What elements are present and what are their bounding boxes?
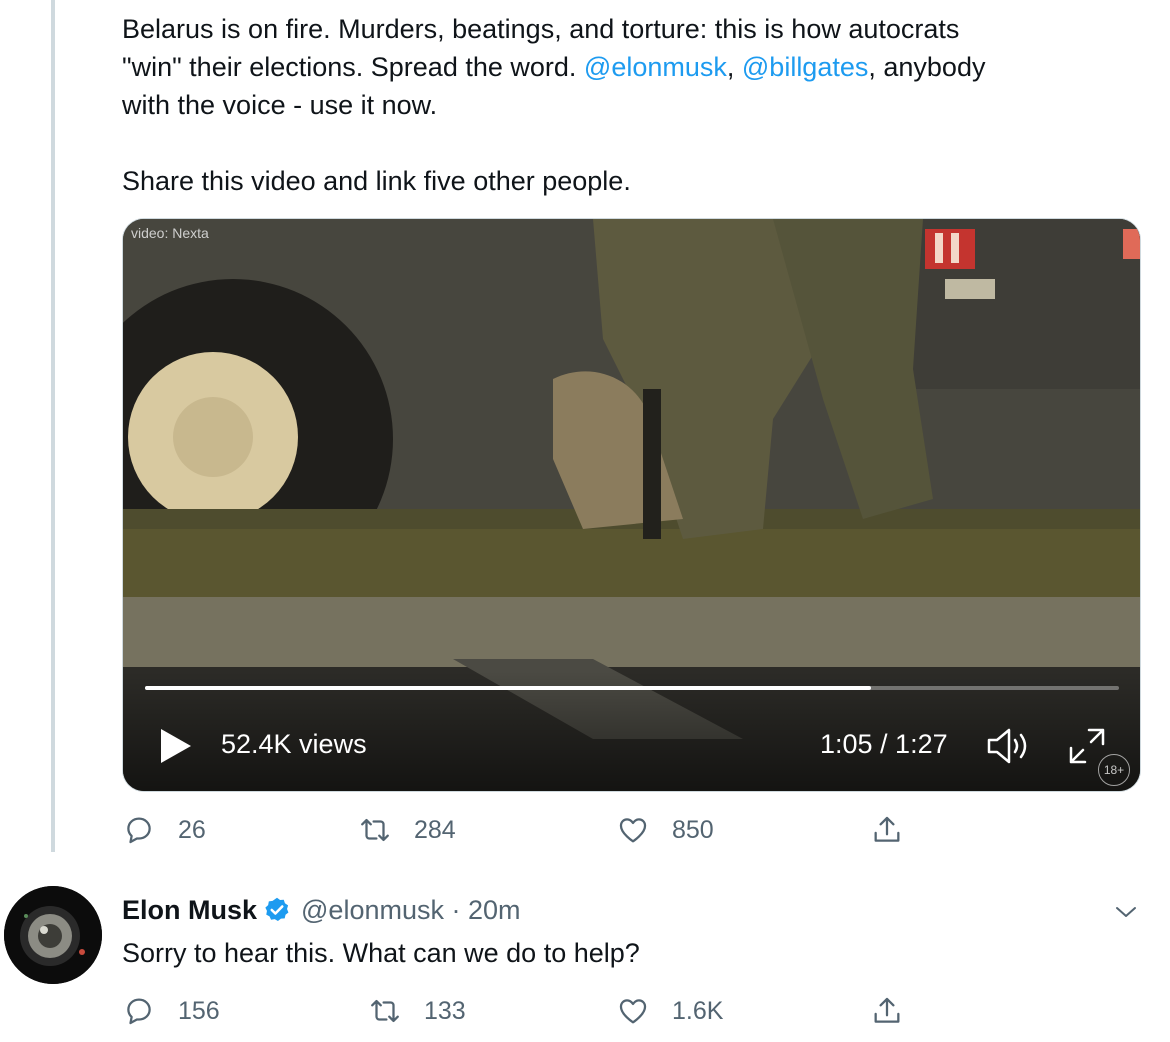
- avatar-image: [4, 886, 102, 984]
- share-icon: [874, 997, 900, 1023]
- reply-count: 156: [178, 996, 220, 1025]
- retweet-count: 133: [424, 996, 466, 1025]
- mention-billgates[interactable]: @billgates: [742, 52, 868, 82]
- tweet-text-segment: ,: [726, 52, 742, 82]
- reply-author-name[interactable]: Elon Musk: [122, 895, 257, 926]
- chevron-down-icon[interactable]: [1112, 898, 1140, 926]
- volume-icon[interactable]: [985, 726, 1033, 766]
- like-button[interactable]: 1.6K: [616, 991, 723, 1031]
- like-count: 1.6K: [672, 996, 724, 1025]
- tweet-text-segment: , anybody: [868, 52, 986, 82]
- tweet-text: Belarus is on fire. Murders, beatings, a…: [122, 10, 1132, 200]
- reply-count: 26: [178, 815, 206, 844]
- reply-icon: [127, 998, 151, 1025]
- retweet-button[interactable]: 284: [358, 810, 456, 850]
- verified-icon: [265, 897, 289, 921]
- video-views: 52.4K views: [221, 729, 367, 759]
- share-icon: [874, 816, 900, 842]
- tweet-text-line-3: with the voice - use it now.: [122, 90, 438, 120]
- like-count: 850: [672, 815, 714, 844]
- video-time: 1:05 / 1:27: [820, 729, 948, 759]
- tweet-text-line-1: Belarus is on fire. Murders, beatings, a…: [122, 14, 960, 44]
- reply-icon: [127, 817, 151, 844]
- video-progress-bar[interactable]: [145, 686, 1119, 690]
- tweet-text-line-2: "win" their elections. Spread the word. …: [122, 48, 1132, 86]
- tweet-text-line-4: Share this video and link five other peo…: [122, 166, 631, 196]
- tweet-text-segment: "win" their elections. Spread the word.: [122, 52, 584, 82]
- like-button[interactable]: 850: [616, 810, 714, 850]
- video-player[interactable]: video: Nexta 52.4K views 1:05 / 1:27 18+: [122, 218, 1141, 792]
- like-icon: [619, 999, 647, 1024]
- share-button[interactable]: [870, 810, 926, 850]
- reply-button[interactable]: 156: [122, 991, 220, 1031]
- retweet-button[interactable]: 133: [368, 991, 466, 1031]
- reply-action-bar: 156 133 1.6K: [122, 991, 922, 1031]
- retweet-count: 284: [414, 815, 456, 844]
- like-icon: [619, 818, 647, 843]
- age-rating-badge: 18+: [1098, 754, 1130, 786]
- thread-connector-line: [51, 0, 55, 852]
- reply-text: Sorry to hear this. What can we do to he…: [122, 938, 640, 968]
- reply-button[interactable]: 26: [122, 810, 206, 850]
- reply-handle-and-time[interactable]: @elonmusk · 20m: [301, 895, 520, 926]
- retweet-icon: [371, 999, 399, 1023]
- share-button[interactable]: [870, 991, 926, 1031]
- mention-elonmusk[interactable]: @elonmusk: [584, 52, 727, 82]
- video-progress-fill: [145, 686, 871, 690]
- video-credit: video: Nexta: [131, 225, 209, 241]
- avatar[interactable]: [4, 886, 102, 984]
- reply-header: Elon Musk @elonmusk · 20m: [122, 890, 521, 930]
- play-icon[interactable]: [155, 726, 195, 766]
- tweet-action-bar: 26 284 850: [122, 810, 922, 850]
- retweet-icon: [361, 818, 389, 842]
